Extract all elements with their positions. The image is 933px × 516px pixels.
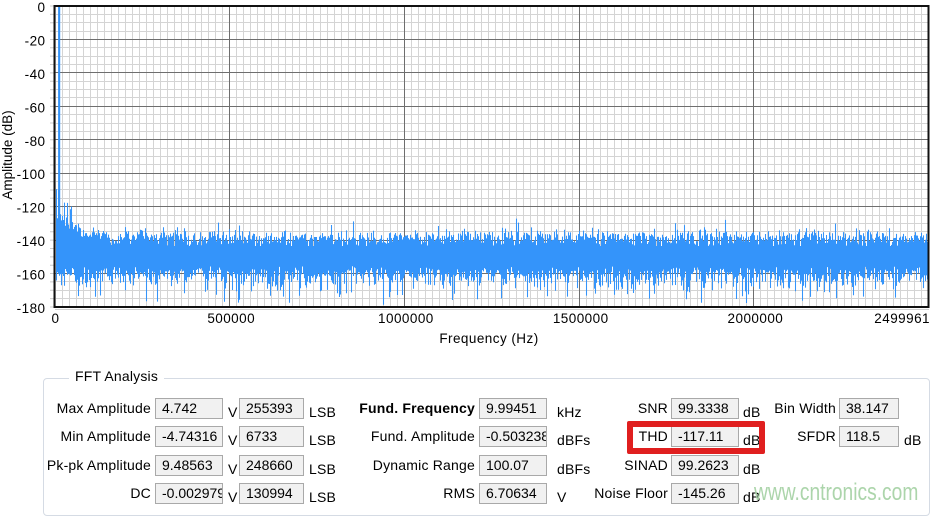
- svg-text:1000000: 1000000: [378, 311, 434, 326]
- svg-text:-80: -80: [25, 134, 46, 149]
- svg-text:1500000: 1500000: [553, 311, 609, 326]
- svg-text:-20: -20: [25, 33, 46, 48]
- svg-text:-60: -60: [25, 100, 46, 115]
- svg-text:-40: -40: [25, 67, 46, 82]
- svg-text:0: 0: [52, 311, 60, 326]
- svg-text:500000: 500000: [207, 311, 255, 326]
- svg-text:2000000: 2000000: [728, 311, 784, 326]
- svg-text:-120: -120: [17, 201, 46, 216]
- svg-text:-140: -140: [17, 234, 46, 249]
- svg-text:Frequency (Hz): Frequency (Hz): [439, 331, 538, 346]
- svg-text:-100: -100: [17, 167, 46, 182]
- svg-text:Amplitude (dB): Amplitude (dB): [0, 110, 15, 199]
- svg-text:0: 0: [38, 0, 46, 15]
- svg-text:2499961: 2499961: [874, 311, 930, 326]
- svg-text:-180: -180: [17, 301, 46, 316]
- svg-text:-160: -160: [17, 268, 46, 283]
